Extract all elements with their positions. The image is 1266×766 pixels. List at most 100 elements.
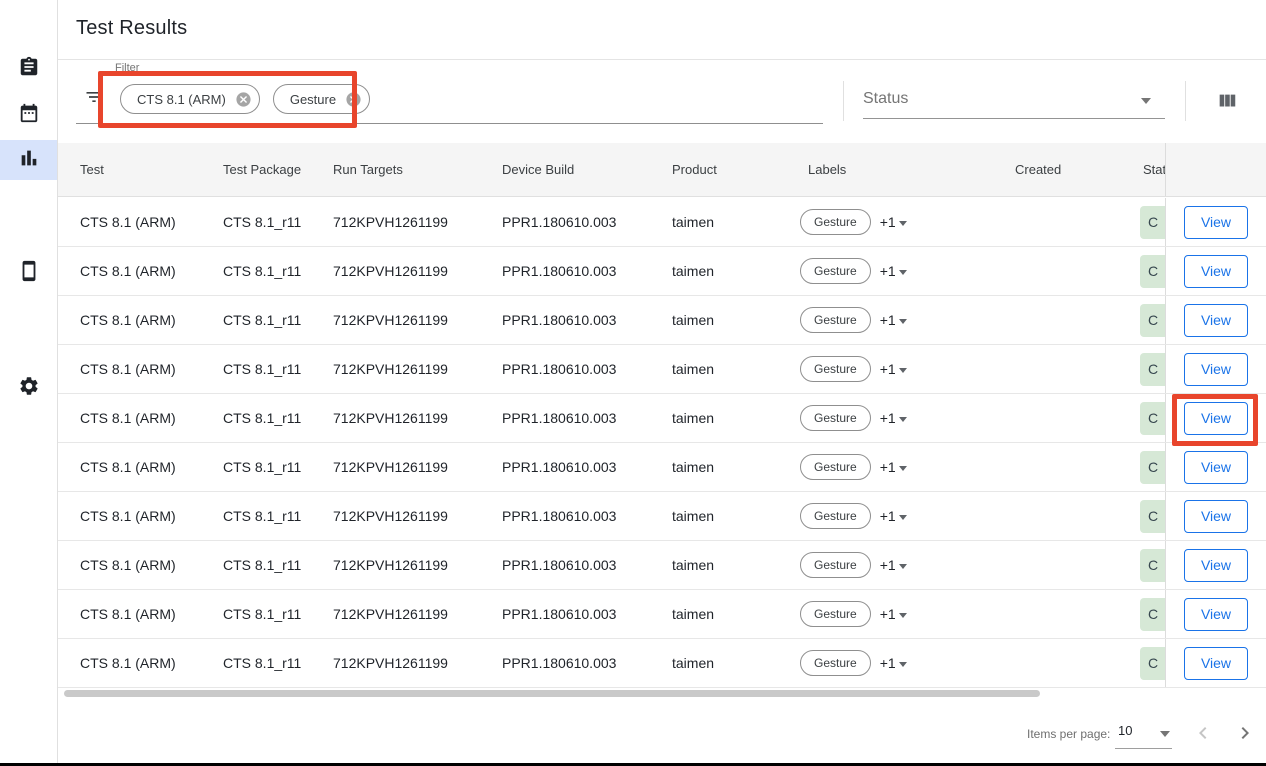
label-chip[interactable]: Gesture — [800, 405, 871, 431]
toolbar-divider — [1185, 81, 1186, 121]
label-chip[interactable]: Gesture — [800, 650, 871, 676]
view-button[interactable]: View — [1184, 353, 1248, 386]
chip-label: CTS 8.1 (ARM) — [137, 92, 226, 107]
table-body: CTS 8.1 (ARM) CTS 8.1_r11 712KPVH1261199… — [58, 198, 1266, 688]
calendar-icon — [18, 102, 40, 129]
filter-chip[interactable]: CTS 8.1 (ARM) — [120, 84, 260, 114]
label-chip[interactable]: Gesture — [800, 454, 871, 480]
chevron-down-icon — [899, 221, 907, 226]
items-per-page-value: 10 — [1118, 723, 1132, 738]
cell-labels: Gesture +1 — [800, 345, 907, 393]
chevron-down-icon — [899, 662, 907, 667]
column-header-device-build: Device Build — [502, 143, 574, 197]
cell-labels: Gesture +1 — [800, 590, 907, 638]
more-labels-toggle[interactable]: +1 — [880, 459, 907, 475]
label-chip[interactable]: Gesture — [800, 258, 871, 284]
filter-field-label: Filter — [115, 62, 139, 74]
column-header-created: Created — [1015, 143, 1061, 197]
more-labels-toggle[interactable]: +1 — [880, 214, 907, 230]
cell-test: CTS 8.1 (ARM) — [80, 247, 176, 295]
label-chip[interactable]: Gesture — [800, 503, 871, 529]
cell-test-package: CTS 8.1_r11 — [223, 492, 301, 540]
column-header-test-package: Test Package — [223, 143, 301, 197]
cell-actions: View — [1165, 541, 1266, 589]
horizontal-scrollbar-thumb[interactable] — [64, 690, 1040, 697]
table-row: CTS 8.1 (ARM) CTS 8.1_r11 712KPVH1261199… — [58, 443, 1266, 492]
label-chip[interactable]: Gesture — [800, 307, 871, 333]
more-labels-toggle[interactable]: +1 — [880, 508, 907, 524]
table-row: CTS 8.1 (ARM) CTS 8.1_r11 712KPVH1261199… — [58, 639, 1266, 688]
more-labels-toggle[interactable]: +1 — [880, 312, 907, 328]
sidebar-item-settings[interactable] — [0, 368, 57, 408]
sidebar-item-test-plans[interactable] — [0, 49, 57, 89]
view-button[interactable]: View — [1184, 304, 1248, 337]
more-labels-toggle[interactable]: +1 — [880, 606, 907, 622]
view-button[interactable]: View — [1184, 598, 1248, 631]
cell-test-package: CTS 8.1_r11 — [223, 443, 301, 491]
sidebar-item-test-results[interactable] — [0, 140, 57, 180]
prev-page-button[interactable] — [1190, 722, 1216, 748]
sidebar-item-schedule[interactable] — [0, 95, 57, 135]
remove-chip-icon[interactable] — [235, 91, 252, 108]
view-button[interactable]: View — [1184, 647, 1248, 680]
view-button[interactable]: View — [1184, 402, 1248, 435]
items-per-page-select[interactable]: 10 — [1115, 720, 1172, 750]
cell-device-build: PPR1.180610.003 — [502, 394, 616, 442]
status-filter-select[interactable]: Status — [863, 81, 1165, 121]
more-labels-toggle[interactable]: +1 — [880, 410, 907, 426]
cell-labels: Gesture +1 — [800, 541, 907, 589]
view-columns-button[interactable] — [1214, 90, 1240, 116]
column-header-test: Test — [80, 143, 104, 197]
cell-actions: View — [1165, 443, 1266, 491]
sidebar-item-devices[interactable] — [0, 253, 57, 293]
chevron-down-icon — [899, 368, 907, 373]
cell-product: taimen — [672, 639, 714, 687]
remove-chip-icon[interactable] — [345, 91, 362, 108]
label-chip[interactable]: Gesture — [800, 552, 871, 578]
cell-actions: View — [1165, 639, 1266, 687]
label-chip[interactable]: Gesture — [800, 209, 871, 235]
cell-product: taimen — [672, 345, 714, 393]
more-labels-toggle[interactable]: +1 — [880, 655, 907, 671]
cell-test-package: CTS 8.1_r11 — [223, 541, 301, 589]
gear-icon — [18, 375, 40, 402]
column-header-status: Stat — [1143, 143, 1166, 197]
column-header-product: Product — [672, 143, 717, 197]
more-labels-count: +1 — [880, 557, 896, 573]
cell-labels: Gesture +1 — [800, 639, 907, 687]
more-labels-count: +1 — [880, 459, 896, 475]
cell-test-package: CTS 8.1_r11 — [223, 247, 301, 295]
cell-actions: View — [1165, 492, 1266, 540]
cell-test: CTS 8.1 (ARM) — [80, 590, 176, 638]
view-button[interactable]: View — [1184, 206, 1248, 239]
view-button[interactable]: View — [1184, 255, 1248, 288]
chevron-down-icon — [899, 466, 907, 471]
more-labels-toggle[interactable]: +1 — [880, 361, 907, 377]
cell-device-build: PPR1.180610.003 — [502, 443, 616, 491]
view-button[interactable]: View — [1184, 549, 1248, 582]
next-page-button[interactable] — [1232, 722, 1258, 748]
filter-input-underline[interactable] — [76, 123, 823, 124]
view-button[interactable]: View — [1184, 500, 1248, 533]
cell-run-targets: 712KPVH1261199 — [333, 590, 448, 638]
more-labels-toggle[interactable]: +1 — [880, 263, 907, 279]
more-labels-count: +1 — [880, 214, 896, 230]
cell-test-package: CTS 8.1_r11 — [223, 296, 301, 344]
more-labels-count: +1 — [880, 361, 896, 377]
cell-actions: View — [1165, 198, 1266, 246]
cell-product: taimen — [672, 198, 714, 246]
cell-test-package: CTS 8.1_r11 — [223, 590, 301, 638]
app-window: Test Results Filter CTS 8.1 (ARM) Gestur… — [0, 0, 1266, 766]
column-header-run-targets: Run Targets — [333, 143, 403, 197]
label-chip[interactable]: Gesture — [800, 601, 871, 627]
view-button[interactable]: View — [1184, 451, 1248, 484]
filter-chip[interactable]: Gesture — [273, 84, 370, 114]
more-labels-toggle[interactable]: +1 — [880, 557, 907, 573]
cell-labels: Gesture +1 — [800, 492, 907, 540]
cell-device-build: PPR1.180610.003 — [502, 590, 616, 638]
column-header-labels: Labels — [808, 143, 846, 197]
cell-product: taimen — [672, 541, 714, 589]
cell-test-package: CTS 8.1_r11 — [223, 345, 301, 393]
cell-actions: View — [1165, 345, 1266, 393]
label-chip[interactable]: Gesture — [800, 356, 871, 382]
